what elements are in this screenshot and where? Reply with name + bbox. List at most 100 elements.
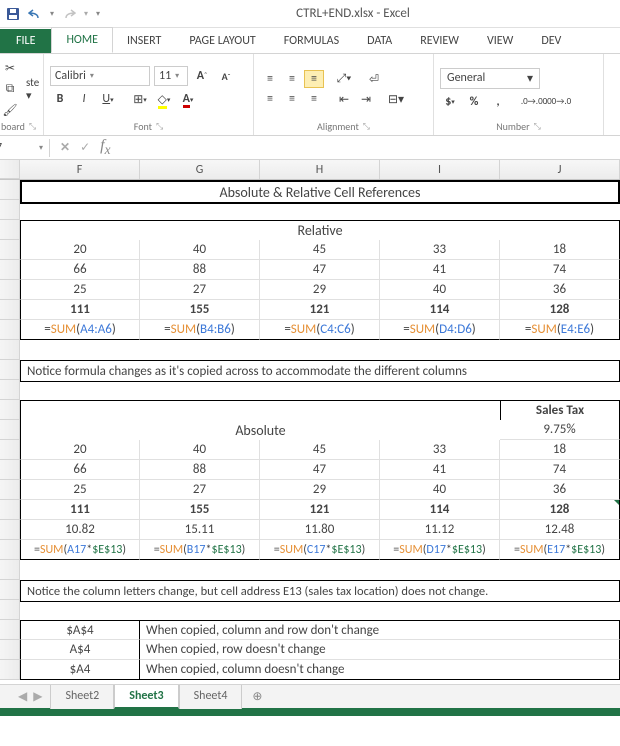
tab-file[interactable]: FILE — [0, 29, 51, 53]
tab-view[interactable]: VIEW — [473, 29, 527, 53]
tab-insert[interactable]: INSERT — [113, 29, 175, 53]
increase-decimal-icon[interactable]: .0→.00 — [524, 93, 544, 111]
cell[interactable]: 66 — [20, 260, 140, 280]
cell[interactable]: 121 — [260, 300, 380, 320]
cell[interactable]: 121 — [260, 500, 380, 520]
font-size-select[interactable]: 11▾ — [154, 66, 188, 86]
align-top-icon[interactable]: ≡ — [260, 70, 280, 88]
cell[interactable]: 88 — [140, 260, 260, 280]
cell[interactable]: 36 — [500, 480, 620, 500]
tab-home[interactable]: HOME — [51, 27, 113, 53]
orientation-icon[interactable]: ⤢▾ — [334, 70, 354, 88]
underline-button[interactable]: U▾ — [98, 90, 118, 108]
tab-formulas[interactable]: FORMULAS — [270, 29, 353, 53]
clipboard-launcher[interactable]: ⤡ — [29, 121, 36, 132]
cell[interactable]: 9.75% — [500, 420, 620, 440]
decrease-font-icon[interactable]: Aˇ — [216, 67, 236, 85]
cell[interactable]: =SUM(B4:B6) — [140, 320, 260, 340]
sheet-tab-sheet3[interactable]: Sheet3 — [114, 685, 178, 709]
increase-font-icon[interactable]: Aˆ — [192, 67, 212, 85]
wrap-text-icon[interactable]: ⏎ — [364, 70, 384, 88]
cell[interactable]: Sales Tax — [500, 400, 620, 420]
cell[interactable]: 15.11 — [140, 520, 260, 540]
cell[interactable]: =SUM(D17*$E$13) — [380, 540, 500, 560]
cell[interactable]: 155 — [140, 500, 260, 520]
font-color-button[interactable]: A▾ — [178, 90, 198, 108]
cancel-formula-icon[interactable]: ✕ — [60, 140, 70, 155]
cell[interactable]: Notice the column letters change, but ce… — [20, 580, 620, 602]
qat-customize[interactable]: ▾ — [96, 9, 100, 19]
align-middle-icon[interactable]: ≡ — [282, 70, 302, 88]
spreadsheet-grid[interactable]: Absolute & Relative Cell References Rela… — [0, 180, 620, 680]
cell[interactable]: 11.12 — [380, 520, 500, 540]
cell[interactable]: 18 — [500, 440, 620, 460]
cell[interactable]: 111 — [20, 300, 140, 320]
number-launcher[interactable]: ⤡ — [534, 121, 541, 132]
cell[interactable]: $A4 — [20, 660, 140, 680]
enter-formula-icon[interactable]: ✓ — [80, 140, 90, 155]
cell[interactable] — [20, 200, 620, 204]
select-all[interactable] — [0, 160, 20, 179]
cell[interactable]: 36 — [500, 280, 620, 300]
cell[interactable] — [20, 600, 620, 608]
cell[interactable] — [20, 380, 620, 392]
cell[interactable]: 128 — [500, 300, 620, 320]
save-icon[interactable] — [6, 7, 20, 21]
align-right-icon[interactable]: ≡ — [304, 90, 324, 108]
cell[interactable]: Relative — [20, 220, 620, 240]
cell[interactable]: 41 — [380, 260, 500, 280]
cell[interactable]: =SUM(C17*$E$13) — [260, 540, 380, 560]
cell[interactable]: When copied, column doesn't change — [140, 660, 620, 680]
cell[interactable]: A$4 — [20, 640, 140, 660]
cell[interactable]: 88 — [140, 460, 260, 480]
col-header-f[interactable]: F — [20, 160, 140, 179]
cell[interactable] — [20, 560, 620, 572]
cell[interactable]: =SUM(A4:A6) — [20, 320, 140, 340]
cell[interactable]: 20 — [20, 240, 140, 260]
redo-dropdown[interactable]: ▾ — [84, 9, 88, 19]
cell[interactable]: 25 — [20, 280, 140, 300]
cell[interactable]: 66 — [20, 460, 140, 480]
cell[interactable]: 33 — [380, 240, 500, 260]
cell[interactable]: =SUM(E4:E6) — [500, 320, 620, 340]
cell[interactable]: 74 — [500, 460, 620, 480]
cell[interactable]: =SUM(D4:D6) — [380, 320, 500, 340]
cell[interactable]: 11.80 — [260, 520, 380, 540]
cell[interactable]: 114 — [380, 500, 500, 520]
tab-review[interactable]: REVIEW — [406, 29, 473, 53]
col-header-i[interactable]: I — [380, 160, 500, 179]
cut-icon[interactable]: ✂ — [0, 59, 20, 77]
cell[interactable]: 111 — [20, 500, 140, 520]
sheet-tab-sheet2[interactable]: Sheet2 — [50, 685, 114, 709]
cell[interactable]: 41 — [380, 460, 500, 480]
col-header-j[interactable]: J — [500, 160, 620, 179]
decrease-decimal-icon[interactable]: .00→.0 — [548, 93, 568, 111]
cell[interactable]: 40 — [380, 280, 500, 300]
increase-indent-icon[interactable]: ⇥ — [356, 90, 376, 108]
new-sheet-button[interactable]: ⊕ — [242, 689, 272, 704]
cell[interactable]: 10.82 — [20, 520, 140, 540]
merge-icon[interactable]: ⊟▾ — [386, 90, 406, 108]
cell[interactable]: 40 — [140, 440, 260, 460]
cell[interactable]: 45 — [260, 240, 380, 260]
cell[interactable]: 45 — [260, 440, 380, 460]
cell[interactable]: $A$4 — [20, 620, 140, 640]
cell[interactable]: 27 — [140, 280, 260, 300]
paste-label[interactable]: ste ▾ — [26, 76, 39, 102]
cell[interactable]: 114 — [380, 300, 500, 320]
cell[interactable]: 47 — [260, 260, 380, 280]
cell[interactable]: 29 — [260, 480, 380, 500]
cell[interactable]: 74 — [500, 260, 620, 280]
tab-page-layout[interactable]: PAGE LAYOUT — [175, 29, 269, 53]
comma-button[interactable]: , — [488, 93, 508, 111]
cell[interactable] — [20, 340, 620, 352]
format-painter-icon[interactable]: 🖌 — [0, 101, 20, 119]
align-center-icon[interactable]: ≡ — [282, 90, 302, 108]
cell[interactable]: Absolute — [20, 420, 500, 440]
cell[interactable]: =SUM(A17*$E$13) — [20, 540, 140, 560]
align-left-icon[interactable]: ≡ — [260, 90, 280, 108]
cell[interactable]: Notice formula changes as it's copied ac… — [20, 360, 620, 382]
cell[interactable]: 40 — [140, 240, 260, 260]
fx-icon[interactable]: fx — [100, 137, 110, 158]
cell[interactable]: 155 — [140, 300, 260, 320]
